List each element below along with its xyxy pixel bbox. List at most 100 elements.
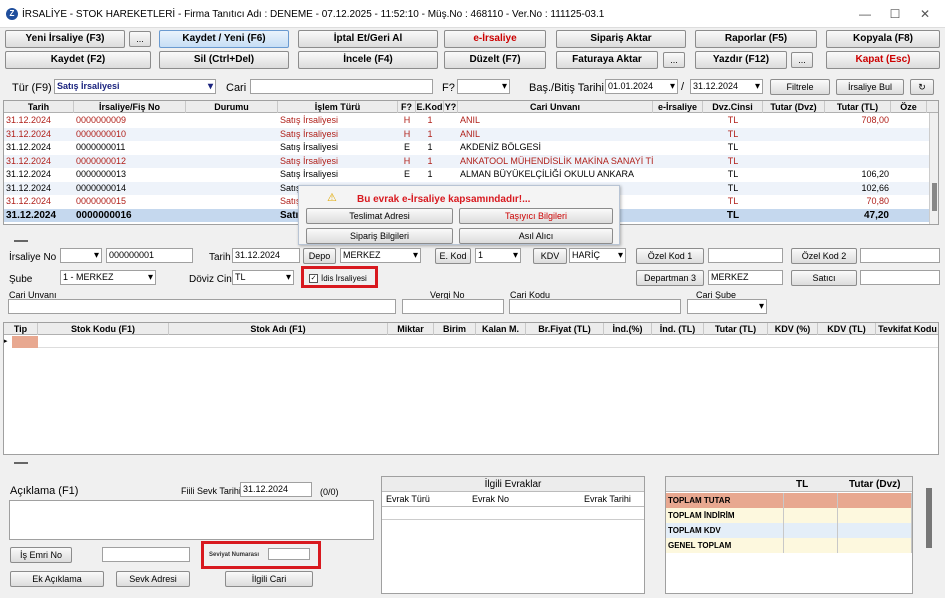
close-button[interactable]: Kapat (Esc) xyxy=(826,51,940,69)
delivery-address-button[interactable]: Teslimat Adresi xyxy=(306,208,453,224)
maximize-icon[interactable]: ☐ xyxy=(881,6,909,22)
splitter-grip-2[interactable] xyxy=(14,462,28,464)
seller-button[interactable]: Satıcı xyxy=(791,270,857,286)
date-input[interactable]: 31.12.2024 xyxy=(232,248,300,263)
e-code-select[interactable]: 1 xyxy=(475,248,521,263)
cari-input[interactable] xyxy=(250,79,433,94)
col-tutar-dvz[interactable]: Tutar (Dvz) xyxy=(763,101,825,113)
shipping-address-button[interactable]: Sevk Adresi xyxy=(116,571,190,587)
list-scrollbar[interactable] xyxy=(929,113,938,224)
list-row[interactable]: 31.12.2024 0000000010 Satış İrsaliyesi H 1 AN… xyxy=(4,127,938,141)
list-row[interactable]: 31.12.2024 0000000013 Satış İrsaliyesi E 1 AL… xyxy=(4,168,938,182)
f-select[interactable] xyxy=(457,79,510,94)
cari-title-input[interactable] xyxy=(8,299,396,314)
col-ozel[interactable]: Öze xyxy=(891,101,927,113)
col-kdv-yuzde[interactable]: KDV (%) xyxy=(768,323,818,335)
col-islem-turu[interactable]: İşlem Türü xyxy=(278,101,398,113)
special-code2-button[interactable]: Özel Kod 2 xyxy=(791,248,857,264)
close-icon[interactable]: ✕ xyxy=(911,6,939,22)
edit-button[interactable]: Düzelt (F7) xyxy=(444,51,546,69)
col-stok-adi[interactable]: Stok Adı (F1) xyxy=(169,323,388,335)
work-order-button[interactable]: İş Emri No xyxy=(10,547,72,563)
cancel-undo-button[interactable]: İptal Et/Geri Al xyxy=(298,30,438,48)
col-ind-tl[interactable]: İnd. (TL) xyxy=(652,323,704,335)
special-code1-button[interactable]: Özel Kod 1 xyxy=(636,248,704,264)
kdv-select[interactable]: HARİÇ xyxy=(569,248,626,263)
col-e-irsaliye[interactable]: e-İrsaliye xyxy=(653,101,703,113)
related-col-date[interactable]: Evrak Tarihi xyxy=(584,494,631,504)
detail-grid[interactable]: Tip Stok Kodu (F1) Stok Adı (F1) Miktar … xyxy=(3,322,939,455)
col-ind-yuzde[interactable]: İnd.(%) xyxy=(604,323,652,335)
type-select[interactable]: Satış İrsaliyesi xyxy=(54,79,216,94)
minimize-icon[interactable]: — xyxy=(851,6,879,22)
col-durumu[interactable]: Durumu xyxy=(186,101,278,113)
detail-empty-row[interactable] xyxy=(38,336,938,348)
list-scroll-thumb[interactable] xyxy=(932,183,937,211)
refresh-icon[interactable]: ↻ xyxy=(910,79,934,95)
col-tevkifat[interactable]: Tevkifat Kodu xyxy=(876,323,938,335)
e-code-button[interactable]: E. Kod xyxy=(435,248,471,264)
col-kalan[interactable]: Kalan M. xyxy=(476,323,526,335)
transfer-to-invoice-button[interactable]: Faturaya Aktar xyxy=(556,51,658,69)
department-input[interactable]: MERKEZ xyxy=(708,270,783,285)
order-info-button[interactable]: Sipariş Bilgileri xyxy=(306,228,453,244)
order-transfer-button[interactable]: Sipariş Aktar xyxy=(556,30,686,48)
cari-branch-select[interactable] xyxy=(687,299,767,314)
kdv-button[interactable]: KDV xyxy=(533,248,567,264)
list-row[interactable]: 31.12.2024 0000000009 Satış İrsaliyesi H 1 AN… xyxy=(4,114,938,128)
copy-button[interactable]: Kopyala (F8) xyxy=(826,30,940,48)
start-date-input[interactable]: 01.01.2024 xyxy=(605,79,678,94)
carrier-info-button[interactable]: Taşıyıcı Bilgileri xyxy=(459,208,613,224)
extra-description-button[interactable]: Ek Açıklama xyxy=(10,571,104,587)
related-cari-button[interactable]: İlgili Cari xyxy=(225,571,313,587)
related-col-type[interactable]: Evrak Türü xyxy=(386,494,430,504)
col-ekod[interactable]: E.Kod xyxy=(416,101,444,113)
work-order-input[interactable] xyxy=(102,547,190,562)
special-code1-input[interactable] xyxy=(708,248,783,263)
print-button[interactable]: Yazdır (F12) xyxy=(695,51,787,69)
col-cari-unvani[interactable]: Cari Unvanı xyxy=(458,101,653,113)
list-row[interactable]: 31.12.2024 0000000011 Satış İrsaliyesi E 1 AK… xyxy=(4,141,938,155)
depot-select[interactable]: MERKEZ xyxy=(340,248,421,263)
col-y[interactable]: Y? xyxy=(444,101,458,113)
e-waybill-button[interactable]: e-İrsaliye xyxy=(444,30,546,48)
col-tutar[interactable]: Tutar (TL) xyxy=(704,323,768,335)
col-f[interactable]: F? xyxy=(398,101,416,113)
reports-button[interactable]: Raporlar (F5) xyxy=(695,30,817,48)
more-button[interactable]: ... xyxy=(129,31,151,47)
col-tarih[interactable]: Tarih xyxy=(4,101,74,113)
description-textarea[interactable] xyxy=(9,500,374,540)
save-button[interactable]: Kaydet (F2) xyxy=(5,51,151,69)
end-date-input[interactable]: 31.12.2024 xyxy=(690,79,763,94)
waybill-no-input[interactable]: 000000001 xyxy=(106,248,193,263)
inspect-button[interactable]: İncele (F4) xyxy=(298,51,438,69)
totals-scroll-thumb[interactable] xyxy=(926,488,932,548)
special-code2-input[interactable] xyxy=(860,248,940,263)
find-waybill-button[interactable]: İrsaliye Bul xyxy=(836,79,904,95)
list-row[interactable]: 31.12.2024 0000000012 Satış İrsaliyesi H 1 AN… xyxy=(4,154,938,168)
department-button[interactable]: Departman 3 xyxy=(636,270,704,286)
currency-select[interactable]: TL xyxy=(232,270,294,285)
delete-button[interactable]: Sil (Ctrl+Del) xyxy=(159,51,289,69)
branch-select[interactable]: 1 - MERKEZ xyxy=(60,270,156,285)
splitter-grip[interactable] xyxy=(14,240,28,242)
col-br-fiyat[interactable]: Br.Fiyat (TL) xyxy=(526,323,604,335)
new-waybill-button[interactable]: Yeni İrsaliye (F3) xyxy=(5,30,125,48)
col-stok-kodu[interactable]: Stok Kodu (F1) xyxy=(38,323,169,335)
col-birim[interactable]: Birim xyxy=(434,323,476,335)
col-tip[interactable]: Tip xyxy=(4,323,38,335)
save-new-button[interactable]: Kaydet / Yeni (F6) xyxy=(159,30,289,48)
detail-row-tip-cell[interactable] xyxy=(12,336,38,348)
seller-input[interactable] xyxy=(860,270,940,285)
cari-code-input[interactable] xyxy=(509,299,681,314)
print-more-button[interactable]: ... xyxy=(791,52,813,68)
col-miktar[interactable]: Miktar xyxy=(388,323,434,335)
col-fis-no[interactable]: İrsaliye/Fiş No xyxy=(74,101,186,113)
actual-buyer-button[interactable]: Asıl Alıcı xyxy=(459,228,613,244)
filter-button[interactable]: Filtrele xyxy=(770,79,830,95)
depot-button[interactable]: Depo xyxy=(303,248,336,264)
invoice-more-button[interactable]: ... xyxy=(663,52,685,68)
waybill-series-select[interactable] xyxy=(60,248,102,263)
actual-ship-date-input[interactable]: 31.12.2024 xyxy=(240,482,312,497)
related-empty-row[interactable] xyxy=(382,507,644,520)
